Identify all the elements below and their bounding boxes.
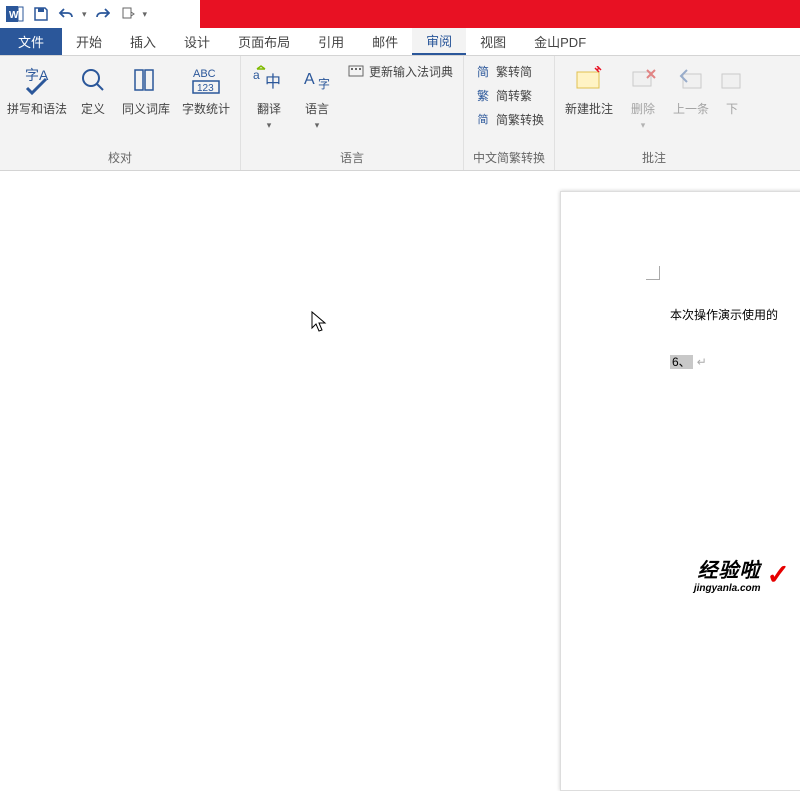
watermark: 经验啦 jingyanla.com ✓ <box>694 554 790 594</box>
prev-comment-button: 上一条 <box>669 60 713 116</box>
dropdown-icon: ▾ <box>641 120 646 131</box>
tab-mailings[interactable]: 邮件 <box>358 28 412 55</box>
watermark-line1: 经验啦 <box>698 554 761 583</box>
qat-customize-icon[interactable]: ▾ <box>143 9 148 20</box>
tab-file[interactable]: 文件 <box>0 28 62 55</box>
prev-comment-label: 上一条 <box>673 102 709 116</box>
language-label: 语言 <box>305 102 329 116</box>
thesaurus-label: 同义词库 <box>122 102 170 116</box>
svg-text:A: A <box>304 71 315 88</box>
tab-review[interactable]: 审阅 <box>412 28 466 55</box>
tab-references[interactable]: 引用 <box>304 28 358 55</box>
s2t-label: 繁转简 <box>496 63 532 80</box>
group-proofing-label: 校对 <box>6 147 234 168</box>
convert-icon: 简 <box>474 111 492 127</box>
prev-comment-icon <box>677 62 705 98</box>
undo-icon[interactable] <box>56 3 78 25</box>
keyboard-icon <box>347 65 365 77</box>
language-button[interactable]: A字 语言 ▾ <box>295 60 339 131</box>
save-icon[interactable] <box>30 3 52 25</box>
simp-to-trad-button[interactable]: 简 繁转简 <box>470 60 548 82</box>
thesaurus-icon <box>131 62 161 98</box>
group-language: a中 翻译 ▾ A字 语言 ▾ 更新输入法词典 <box>241 56 464 170</box>
wordcount-icon: ABC 123 <box>189 62 223 98</box>
dropdown-icon: ▾ <box>315 120 320 131</box>
spelling-icon: 字A <box>21 62 53 98</box>
tab-view[interactable]: 视图 <box>466 28 520 55</box>
trad-icon: 繁 <box>474 87 492 104</box>
mouse-cursor-icon <box>310 310 328 337</box>
tab-design[interactable]: 设计 <box>170 28 224 55</box>
new-comment-label: 新建批注 <box>565 102 613 116</box>
delete-comment-button: 删除 ▾ <box>621 60 665 131</box>
next-comment-icon <box>718 62 746 98</box>
next-comment-label: 下 <box>726 102 738 116</box>
dropdown-icon: ▾ <box>267 120 272 131</box>
document-text-line2[interactable]: 6、 ↵ <box>670 353 707 370</box>
word-app-icon[interactable]: W <box>4 3 26 25</box>
new-comment-button[interactable]: 新建批注 <box>561 60 617 116</box>
tab-insert[interactable]: 插入 <box>116 28 170 55</box>
svg-text:a: a <box>253 68 260 82</box>
update-ime-button[interactable]: 更新输入法词典 <box>343 60 457 82</box>
title-bar-red <box>200 0 800 28</box>
define-label: 定义 <box>81 102 105 116</box>
group-comments: 新建批注 删除 ▾ 上一条 下 批注 <box>555 56 753 170</box>
ribbon-tabs: 文件 开始 插入 设计 页面布局 引用 邮件 审阅 视图 金山PDF <box>0 28 800 56</box>
ribbon: 字A 拼写和语法 定义 同义词库 ABC 123 字数统计 <box>0 56 800 171</box>
new-comment-icon <box>573 62 605 98</box>
watermark-text: 经验啦 jingyanla.com <box>694 554 761 594</box>
highlighted-text: 6、 <box>670 355 693 369</box>
group-comments-label: 批注 <box>561 147 747 168</box>
tab-wps-pdf[interactable]: 金山PDF <box>520 28 600 55</box>
document-page[interactable] <box>560 191 800 791</box>
touch-mode-icon[interactable] <box>117 3 139 25</box>
translate-icon: a中 <box>253 62 285 98</box>
document-text-line1[interactable]: 本次操作演示使用的 <box>670 306 778 323</box>
paragraph-mark-icon: ↵ <box>697 355 707 369</box>
convert-button[interactable]: 简 简繁转换 <box>470 108 548 130</box>
svg-text:123: 123 <box>197 83 214 94</box>
wordcount-button[interactable]: ABC 123 字数统计 <box>178 60 234 116</box>
svg-text:中: 中 <box>265 73 281 91</box>
group-proofing: 字A 拼写和语法 定义 同义词库 ABC 123 字数统计 <box>0 56 241 170</box>
undo-dropdown-icon[interactable]: ▾ <box>82 9 87 20</box>
convert-label: 简繁转换 <box>496 111 544 128</box>
define-icon <box>79 62 107 98</box>
margin-corner-mark <box>646 266 660 280</box>
spelling-button[interactable]: 字A 拼写和语法 <box>6 60 68 116</box>
translate-button[interactable]: a中 翻译 ▾ <box>247 60 291 131</box>
group-chinese: 简 繁转简 繁 简转繁 简 简繁转换 中文简繁转换 <box>464 56 555 170</box>
watermark-line2: jingyanla.com <box>694 583 761 594</box>
svg-text:字: 字 <box>318 76 330 91</box>
t2s-label: 简转繁 <box>496 87 532 104</box>
svg-text:ABC: ABC <box>193 68 216 80</box>
delete-comment-label: 删除 <box>631 102 655 116</box>
tab-home[interactable]: 开始 <box>62 28 116 55</box>
checkmark-icon: ✓ <box>767 558 790 591</box>
document-area[interactable]: 本次操作演示使用的 6、 ↵ <box>0 171 800 600</box>
define-button[interactable]: 定义 <box>72 60 114 116</box>
language-icon: A字 <box>302 62 332 98</box>
tab-layout[interactable]: 页面布局 <box>224 28 304 55</box>
trad-to-simp-button[interactable]: 繁 简转繁 <box>470 84 548 106</box>
simp-icon: 简 <box>474 63 492 80</box>
translate-label: 翻译 <box>257 102 281 116</box>
wordcount-label: 字数统计 <box>182 102 230 116</box>
update-ime-label: 更新输入法词典 <box>369 63 453 80</box>
thesaurus-button[interactable]: 同义词库 <box>118 60 174 116</box>
redo-icon[interactable] <box>91 3 113 25</box>
group-chinese-label: 中文简繁转换 <box>470 147 548 168</box>
spelling-label: 拼写和语法 <box>7 102 67 116</box>
next-comment-button: 下 <box>717 60 747 116</box>
svg-text:W: W <box>9 10 19 21</box>
group-language-label: 语言 <box>247 147 457 168</box>
delete-comment-icon <box>629 62 657 98</box>
